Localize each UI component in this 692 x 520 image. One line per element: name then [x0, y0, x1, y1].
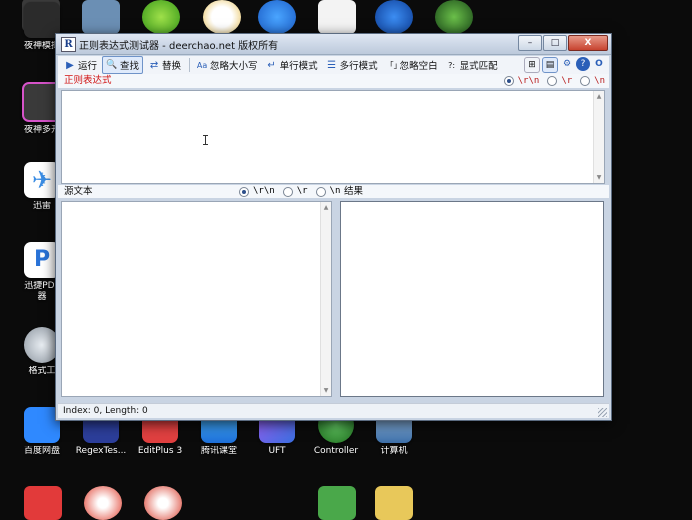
- radio-dot: [282, 186, 293, 197]
- multi-line-button[interactable]: ☰ 多行模式: [323, 57, 381, 73]
- result-panel[interactable]: [340, 201, 604, 397]
- multi-line-icon: ☰: [327, 59, 337, 71]
- skull-top-icon[interactable]: [435, 0, 473, 34]
- source-radio-lf[interactable]: \n: [315, 185, 341, 198]
- desktop-icon-label: UFT: [268, 446, 286, 456]
- maximize-button[interactable]: □: [543, 35, 567, 51]
- radio-dot: [580, 76, 591, 86]
- chrome2-icon[interactable]: [144, 486, 182, 520]
- find-icon: 🔍: [106, 60, 118, 70]
- desktop-icon-label: RegexTes...: [75, 446, 127, 456]
- help-icon[interactable]: ?: [576, 57, 590, 71]
- status-text: Index: 0, Length: 0: [63, 406, 148, 416]
- radio-label: \r: [561, 76, 573, 86]
- find-button[interactable]: 🔍 查找: [102, 56, 144, 74]
- ignore-case-icon: Aa: [196, 60, 208, 70]
- title-bar[interactable]: R 正则表达式测试器 - deerchao.net 版权所有 – □ X: [56, 34, 611, 55]
- scroll-down-icon[interactable]: ▼: [321, 387, 331, 394]
- status-bar: Index: 0, Length: 0: [58, 403, 609, 418]
- face-top-icon[interactable]: [203, 0, 241, 34]
- source-newline-options: \r\n \r \n: [231, 185, 340, 198]
- regex-input[interactable]: ▲ ▼: [61, 90, 605, 184]
- bird-top-icon[interactable]: [258, 0, 296, 34]
- close-button[interactable]: X: [568, 35, 608, 51]
- ignore-whitespace-label: 忽略空白: [399, 61, 438, 72]
- regex-radio-crlf[interactable]: \r\n: [503, 74, 540, 88]
- regex-tester-window: R 正则表达式测试器 - deerchao.net 版权所有 – □ X ▶ 运行…: [55, 33, 612, 421]
- desktop-icon-label: 百度网盘: [23, 446, 60, 456]
- about-icon[interactable]: O: [592, 57, 606, 71]
- regex-radio-cr[interactable]: \r: [547, 74, 572, 88]
- minimize-button[interactable]: –: [518, 35, 542, 51]
- desktop-icon-label: Controller: [313, 446, 359, 456]
- multi-line-label: 多行模式: [339, 61, 378, 72]
- scroll-up-icon[interactable]: ▲: [321, 204, 331, 211]
- radio-dot: [503, 76, 514, 86]
- leaf-top-icon[interactable]: [142, 0, 180, 34]
- explicit-capture-label: 显式匹配: [459, 61, 498, 72]
- chrome-icon[interactable]: [84, 486, 122, 520]
- regex-header: 正则表达式 \r\n \r \n: [58, 74, 609, 88]
- checklist-top-icon[interactable]: [318, 0, 356, 34]
- run-icon: ▶: [66, 59, 74, 71]
- radio-label: \r\n: [253, 186, 275, 196]
- ignore-whitespace-icon: 「」: [385, 60, 402, 70]
- explicit-capture-button[interactable]: ?: 显式匹配: [443, 57, 501, 73]
- source-text-input[interactable]: ▲ ▼: [61, 201, 332, 397]
- scroll-down-icon[interactable]: ▼: [594, 174, 604, 181]
- replace-button[interactable]: ⇄ 替换: [145, 57, 184, 73]
- toolbar: ▶ 运行 🔍 查找 ⇄ 替换 Aa 忽略大小写 ↵ 单行模式 ☰ 多行模式 「」 忽略空白 ?…: [58, 56, 609, 74]
- desktop-icon-label: 腾讯课堂: [200, 446, 237, 456]
- radio-label: \n: [329, 186, 341, 196]
- resize-grip-icon[interactable]: [598, 408, 607, 417]
- fire-top-icon[interactable]: [375, 0, 413, 34]
- replace-label: 替换: [162, 61, 182, 72]
- replace-icon: ⇄: [149, 59, 159, 71]
- tools-icon[interactable]: ⚙: [560, 57, 574, 71]
- folder-icon[interactable]: [375, 486, 413, 520]
- source-radio-cr[interactable]: \r: [282, 185, 308, 198]
- radio-dot: [239, 186, 249, 197]
- text-cursor-icon: [203, 135, 208, 145]
- ignore-case-label: 忽略大小写: [210, 61, 258, 72]
- single-line-icon: ↵: [267, 59, 276, 71]
- find-label: 查找: [120, 61, 140, 72]
- run-label: 运行: [78, 61, 98, 72]
- regex-newline-options: \r\n \r \n: [496, 74, 605, 88]
- browser-top-icon[interactable]: [82, 0, 120, 34]
- toolbar-separator: [189, 58, 191, 72]
- source-scrollbar[interactable]: ▲ ▼: [320, 202, 331, 396]
- result-label: 结果: [344, 186, 364, 197]
- source-label: 源文本: [64, 186, 93, 197]
- window-title: 正则表达式测试器 - deerchao.net 版权所有: [79, 41, 279, 52]
- list-view-icon[interactable]: ▤: [542, 57, 558, 73]
- single-line-label: 单行模式: [279, 61, 318, 72]
- regex-scrollbar[interactable]: ▲ ▼: [593, 91, 604, 183]
- desktop-icon-label: EditPlus 3: [137, 446, 183, 456]
- ignore-case-button[interactable]: Aa 忽略大小写: [193, 57, 261, 73]
- regex-radio-lf[interactable]: \n: [580, 74, 605, 88]
- regex-label: 正则表达式: [64, 75, 112, 86]
- app-logo-icon: R: [61, 37, 76, 52]
- run-button[interactable]: ▶ 运行: [61, 57, 100, 73]
- desktop-icon-label: 计算机: [380, 446, 408, 456]
- radio-dot: [547, 76, 558, 86]
- split-header: 源文本 \r\n \r \n 结果: [58, 185, 609, 198]
- single-line-button[interactable]: ↵ 单行模式: [263, 57, 321, 73]
- explicit-capture-icon: ?:: [448, 60, 456, 70]
- radio-label: \n: [594, 76, 605, 86]
- green-app-icon[interactable]: [318, 486, 356, 520]
- radio-label: \r\n: [517, 76, 540, 86]
- scroll-up-icon[interactable]: ▲: [594, 93, 604, 100]
- radio-label: \r: [296, 186, 308, 196]
- ignore-whitespace-button[interactable]: 「」 忽略空白: [383, 57, 441, 73]
- tree-view-icon[interactable]: ⊞: [524, 57, 540, 73]
- radio-dot: [315, 186, 326, 197]
- red-app-icon[interactable]: [24, 486, 62, 520]
- source-radio-crlf[interactable]: \r\n: [239, 185, 275, 198]
